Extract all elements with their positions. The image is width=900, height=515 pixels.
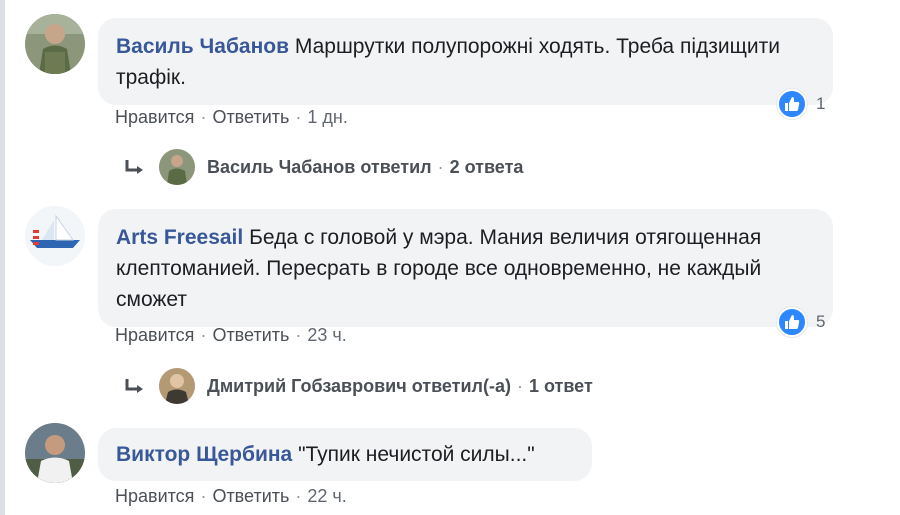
comment-time[interactable]: 22 ч. [307, 486, 346, 506]
avatar [159, 368, 195, 404]
reaction-summary[interactable]: 1 [777, 89, 825, 119]
thread-line [0, 0, 5, 515]
reply-link[interactable]: Ответить [212, 325, 289, 345]
separator-dot: · [437, 156, 444, 177]
comment-bubble: Василь Чабанов Маршрутки полупорожні ход… [98, 18, 833, 105]
like-icon [777, 307, 807, 337]
separator-dot: · [295, 486, 302, 506]
reply-author: Василь Чабанов [207, 156, 356, 177]
comment-author[interactable]: Виктор Щербина [116, 443, 292, 466]
reply-count: 1 ответ [528, 375, 593, 396]
reply-count: 2 ответа [449, 156, 524, 177]
like-link[interactable]: Нравится [115, 325, 194, 345]
avatar [159, 149, 195, 185]
view-replies-link[interactable]: Василь Чабанов ответил · 2 ответа [122, 149, 523, 185]
reply-arrow-icon [125, 160, 143, 174]
reaction-count: 5 [816, 312, 826, 331]
view-replies-link[interactable]: Дмитрий Гобзаврович ответил(-а) · 1 ответ [122, 368, 593, 404]
comment-time[interactable]: 1 дн. [307, 107, 347, 127]
reply-verb: ответил [360, 156, 432, 177]
avatar[interactable] [25, 14, 85, 74]
comment-author[interactable]: Василь Чабанов [116, 35, 289, 58]
separator-dot: · [295, 107, 302, 127]
comment-actions: Нравится · Ответить · 23 ч. [115, 325, 347, 346]
separator-dot: · [516, 375, 523, 396]
avatar[interactable] [25, 206, 85, 266]
comment-bubble: Виктор Щербина "Тупик нечистой силы..." [98, 428, 592, 481]
comment-actions: Нравится · Ответить · 22 ч. [115, 486, 347, 507]
comment-time[interactable]: 23 ч. [307, 325, 346, 345]
comment-text: "Тупик нечистой силы..." [298, 443, 535, 466]
comment-actions: Нравится · Ответить · 1 дн. [115, 107, 348, 128]
separator-dot: · [200, 486, 207, 506]
reply-link[interactable]: Ответить [212, 486, 289, 506]
comment-author[interactable]: Arts Freesail [116, 226, 243, 249]
reply-link[interactable]: Ответить [212, 107, 289, 127]
reply-author: Дмитрий Гобзаврович [207, 375, 407, 396]
reaction-count: 1 [816, 94, 826, 113]
comment-bubble: Arts Freesail Беда с головой у мэра. Ман… [98, 209, 833, 327]
like-link[interactable]: Нравится [115, 486, 194, 506]
reply-arrow-icon [125, 379, 143, 393]
reply-verb: ответил(-а) [411, 375, 511, 396]
reaction-summary[interactable]: 5 [777, 307, 825, 337]
separator-dot: · [200, 325, 207, 345]
separator-dot: · [200, 107, 207, 127]
separator-dot: · [295, 325, 302, 345]
like-icon [777, 89, 807, 119]
like-link[interactable]: Нравится [115, 107, 194, 127]
avatar[interactable] [25, 423, 85, 483]
